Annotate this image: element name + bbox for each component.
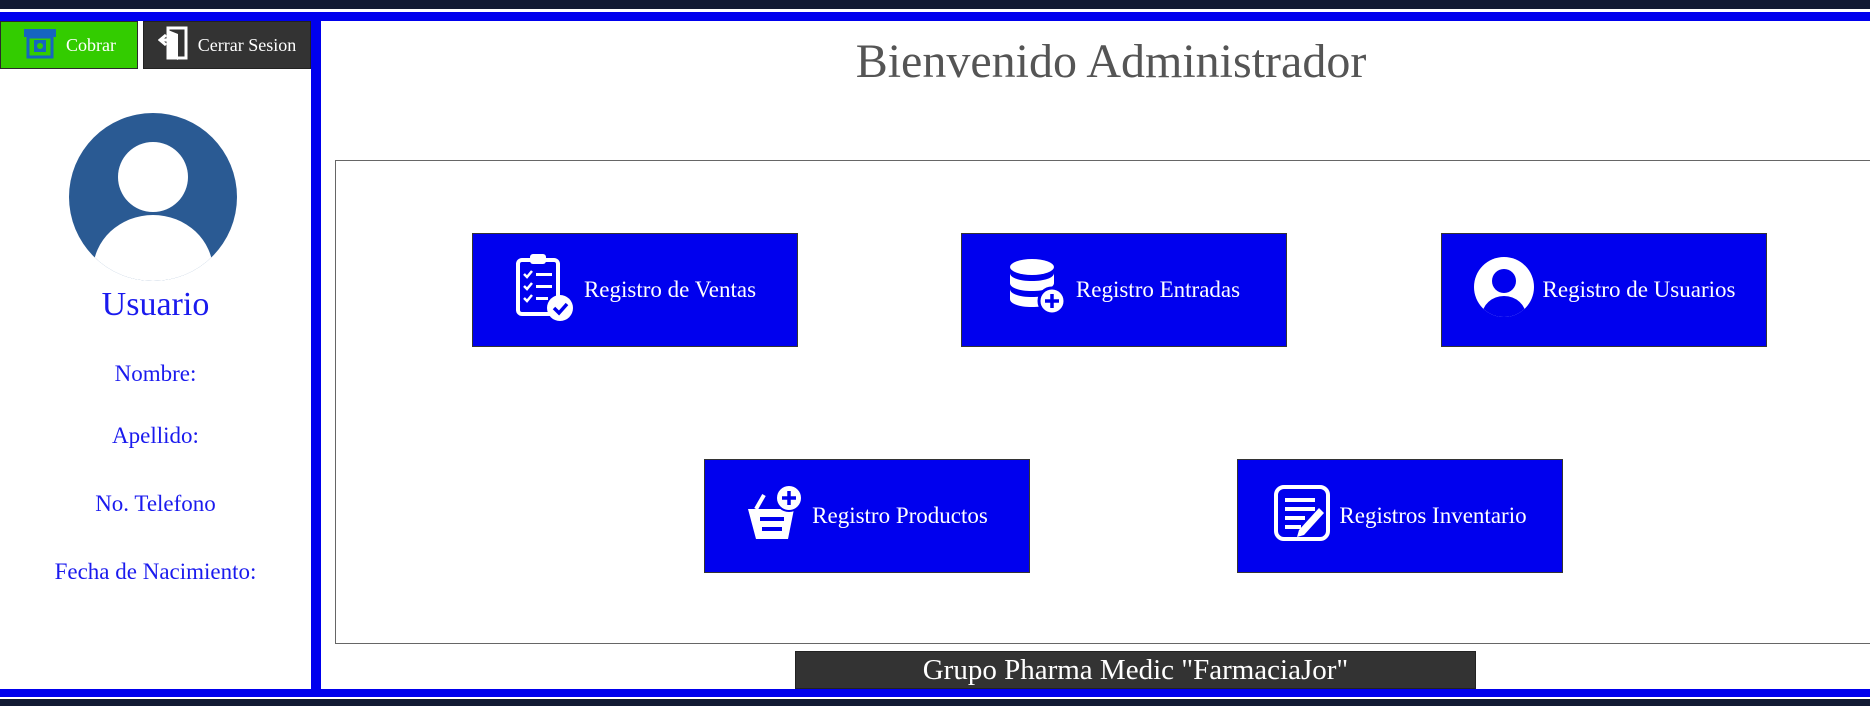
top-blue-bar	[0, 12, 1870, 21]
apellido-label: Apellido:	[112, 423, 199, 448]
registro-ventas-label: Registro de Ventas	[583, 277, 757, 302]
cerrar-sesion-button[interactable]: Cerrar Sesion	[143, 21, 311, 69]
cash-register-icon	[22, 27, 58, 64]
sidebar: Cobrar Cerrar Sesion Usuario Nombre: Ape…	[0, 21, 311, 689]
cerrar-sesion-label: Cerrar Sesion	[197, 34, 297, 55]
registro-usuarios-label: Registro de Usuarios	[1542, 277, 1736, 302]
registro-ventas-button[interactable]: Registro de Ventas	[472, 233, 798, 347]
registro-productos-label: Registro Productos	[812, 503, 988, 528]
registro-entradas-label: Registro Entradas	[1075, 277, 1241, 302]
registro-usuarios-button[interactable]: Registro de Usuarios	[1441, 233, 1767, 347]
clipboard-check-icon	[514, 252, 576, 328]
basket-add-icon	[746, 483, 804, 549]
logout-door-icon	[157, 26, 190, 65]
cobrar-button[interactable]: Cobrar	[0, 21, 138, 69]
registros-inventario-label: Registros Inventario	[1339, 503, 1527, 528]
sidebar-divider	[311, 21, 321, 689]
database-add-icon	[1008, 257, 1068, 323]
edit-document-icon	[1273, 484, 1331, 548]
user-avatar-icon	[69, 113, 237, 281]
registros-inventario-button[interactable]: Registros Inventario	[1237, 459, 1563, 573]
telefono-label: No. Telefono	[95, 491, 216, 516]
registro-productos-button[interactable]: Registro Productos	[704, 459, 1030, 573]
footer-brand: Grupo Pharma Medic "FarmaciaJor"	[795, 651, 1476, 689]
window-top-border	[0, 0, 1870, 9]
menu-panel: Registro de Ventas Registro Entradas Reg…	[335, 160, 1870, 644]
user-circle-icon	[1473, 256, 1535, 324]
window-bottom-border	[0, 699, 1870, 706]
cobrar-label: Cobrar	[66, 34, 116, 55]
nombre-label: Nombre:	[114, 361, 197, 386]
usuario-heading: Usuario	[101, 286, 210, 323]
bottom-blue-bar	[0, 689, 1870, 697]
fecha-nacimiento-label: Fecha de Nacimiento:	[54, 559, 257, 584]
page-title: Bienvenido Administrador	[855, 35, 1367, 88]
registro-entradas-button[interactable]: Registro Entradas	[961, 233, 1287, 347]
